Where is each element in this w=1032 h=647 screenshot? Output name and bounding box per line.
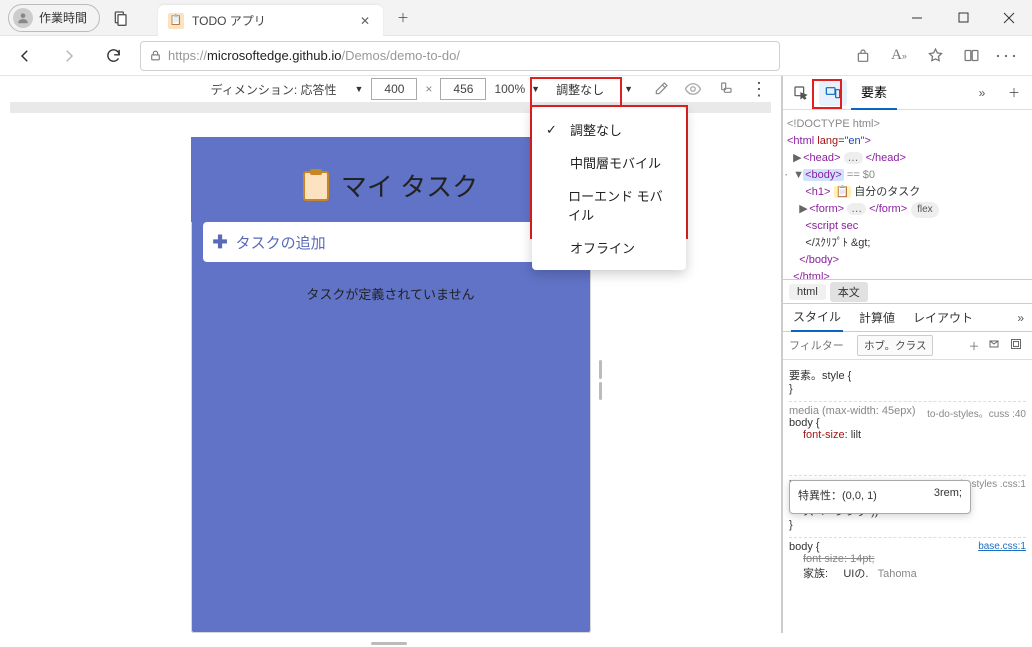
preview-icon[interactable] [681, 77, 705, 101]
tab-title: TODO アプリ [192, 12, 349, 29]
add-task-row: ✚ タスクの追加 ➜ [203, 222, 579, 262]
device-toolbar: ディメンション: 応答性▼ × 100%▼ 調整なし▼ ⋮ [0, 76, 781, 102]
clipboard-icon [303, 171, 329, 201]
computed-toggle-icon[interactable] [1010, 338, 1026, 354]
empty-state-text: タスクが定義されていません [191, 284, 591, 303]
zoom-dropdown[interactable]: 100%▼ [494, 82, 540, 96]
window-titlebar: 作業時間 📋 TODO アプリ ✕ ＋ [0, 0, 1032, 36]
dimension-label: ディメンション: 応答性▼ [211, 81, 364, 98]
subtab-layout[interactable]: レイアウト [911, 304, 975, 332]
collections-icon[interactable] [110, 8, 130, 28]
tab-elements[interactable]: 要素 [851, 76, 897, 110]
device-more-icon[interactable]: ⋮ [747, 77, 771, 101]
throttling-menu: ✓調整なし ✓中間層モバイル ✓ローエンド モバイル ✓オフライン [532, 107, 686, 270]
throttle-option-none[interactable]: ✓調整なし [532, 113, 686, 146]
throttle-option-offline[interactable]: ✓オフライン [532, 231, 686, 264]
split-screen-icon[interactable] [954, 40, 988, 72]
maximize-button[interactable] [940, 0, 986, 36]
browser-tab[interactable]: 📋 TODO アプリ ✕ [158, 5, 383, 37]
plus-icon: ✚ [213, 232, 228, 253]
profile-chip[interactable]: 作業時間 [8, 4, 100, 32]
address-bar: https://microsoftedge.github.io/Demos/de… [0, 36, 1032, 76]
toggle-device-icon[interactable] [819, 80, 847, 106]
chevron-down-icon[interactable]: ▼ [355, 84, 364, 94]
profile-label: 作業時間 [39, 9, 87, 26]
throttle-option-lowend[interactable]: ✓ローエンド モバイル [532, 179, 686, 231]
new-tab-button[interactable]: ＋ [389, 4, 417, 32]
styles-filter-row: ホブ。クラス ＋ [783, 332, 1032, 360]
styles-subtabs: スタイル 計算値 レイアウト » [783, 304, 1032, 332]
close-window-button[interactable] [986, 0, 1032, 36]
new-style-rule-icon[interactable]: ＋ [966, 338, 982, 354]
url-input[interactable]: https://microsoftedge.github.io/Demos/de… [140, 41, 780, 71]
page-title: マイ タスク [341, 167, 478, 204]
throttle-option-midtier[interactable]: ✓中間層モバイル [532, 146, 686, 179]
specificity-tooltip: 特異性：(0,0, 1)3rem; [789, 480, 971, 514]
tab-favicon-icon: 📋 [168, 13, 184, 29]
eyedropper-icon[interactable] [649, 77, 673, 101]
settings-more-icon[interactable]: ··· [990, 40, 1024, 72]
resize-handle-right[interactable] [599, 360, 609, 400]
crumb-html[interactable]: html [789, 284, 826, 300]
throttling-dropdown[interactable]: 調整なし▼ [548, 77, 641, 102]
refresh-button[interactable] [96, 40, 130, 72]
window-controls [894, 0, 1032, 36]
lock-icon [149, 49, 162, 62]
add-task-input[interactable]: タスクの追加 [236, 232, 326, 253]
height-input[interactable] [440, 78, 486, 100]
hov-class-button[interactable]: ホブ。クラス [857, 335, 933, 356]
rotate-icon[interactable] [713, 77, 737, 101]
dimension-separator: × [425, 82, 432, 96]
back-button[interactable] [8, 40, 42, 72]
dom-tree[interactable]: <!DOCTYPE html> <html lang="en"> ▶<head>… [783, 110, 1032, 280]
shopping-icon[interactable] [846, 40, 880, 72]
profile-avatar-icon [13, 8, 33, 28]
css-rules-pane[interactable]: 要素。style { } media (max-width: 45epx) bo… [783, 360, 1032, 633]
rule-element-style: 要素。style { [789, 367, 1026, 383]
toggle-classes-icon[interactable] [988, 338, 1004, 354]
crumb-body[interactable]: 本文 [830, 282, 868, 302]
resize-handle-bottom[interactable] [371, 639, 421, 647]
devtools-panel: 要素 » ＋ <!DOCTYPE html> <html lang="en"> … [782, 76, 1032, 633]
read-aloud-icon[interactable]: A» [882, 40, 916, 72]
favorite-icon[interactable] [918, 40, 952, 72]
inspect-element-icon[interactable] [787, 80, 815, 106]
url-text: https://microsoftedge.github.io/Demos/de… [168, 48, 460, 63]
simulated-viewport: マイ タスク ✚ タスクの追加 ➜ タスクが定義されていません [191, 137, 591, 633]
devtools-tabbar: 要素 » ＋ [783, 76, 1032, 110]
subtabs-overflow-icon[interactable]: » [1017, 311, 1024, 325]
styles-filter-input[interactable] [789, 340, 849, 352]
tab-close-icon[interactable]: ✕ [357, 13, 373, 29]
tabs-overflow-icon[interactable]: » [968, 80, 996, 106]
subtab-computed[interactable]: 計算値 [857, 304, 897, 332]
subtab-styles[interactable]: スタイル [791, 304, 843, 332]
width-input[interactable] [371, 78, 417, 100]
minimize-button[interactable] [894, 0, 940, 36]
forward-button [52, 40, 86, 72]
dom-breadcrumb[interactable]: html 本文 [783, 280, 1032, 304]
dom-doctype: <!DOCTYPE html> [787, 116, 1028, 133]
new-tab-icon[interactable]: ＋ [1000, 80, 1028, 106]
